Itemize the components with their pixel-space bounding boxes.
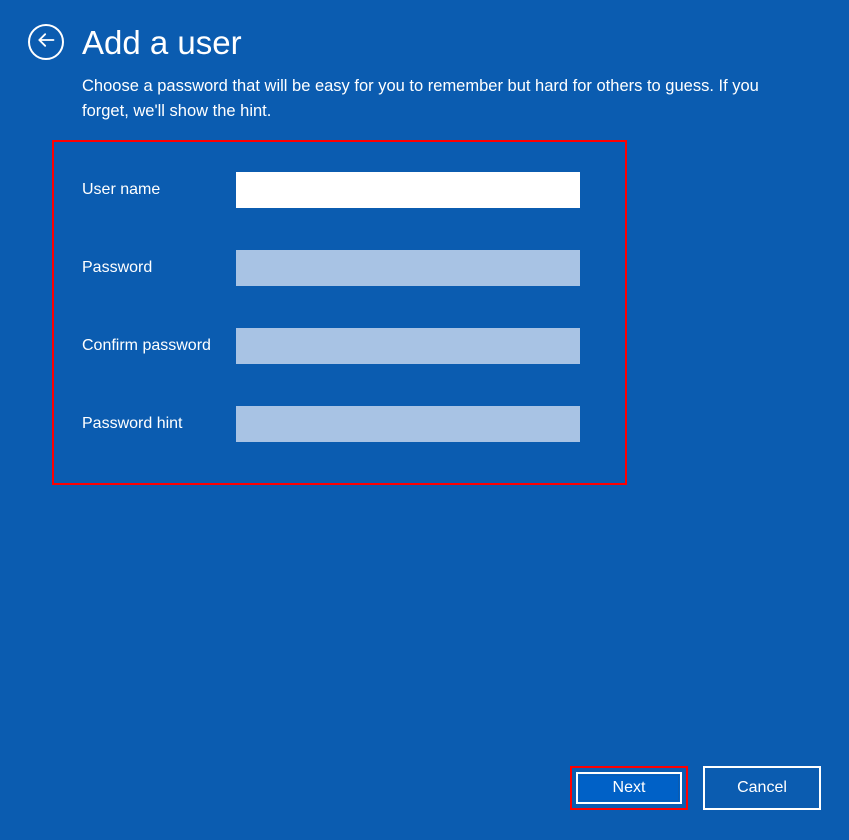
password-label: Password	[82, 259, 236, 277]
username-input[interactable]	[236, 172, 580, 208]
next-button-highlight: Next	[570, 766, 688, 810]
next-button[interactable]: Next	[576, 772, 682, 804]
password-hint-label: Password hint	[82, 415, 236, 433]
confirm-password-input[interactable]	[236, 328, 580, 364]
password-input[interactable]	[236, 250, 580, 286]
arrow-left-icon	[36, 30, 56, 55]
back-button[interactable]	[28, 24, 64, 60]
username-label: User name	[82, 181, 236, 199]
confirm-password-label: Confirm password	[82, 337, 236, 355]
cancel-button[interactable]: Cancel	[703, 766, 821, 810]
page-description: Choose a password that will be easy for …	[0, 74, 820, 124]
password-hint-input[interactable]	[236, 406, 580, 442]
page-title: Add a user	[82, 26, 242, 59]
form-highlight-area: User name Password Confirm password Pass…	[52, 140, 627, 485]
